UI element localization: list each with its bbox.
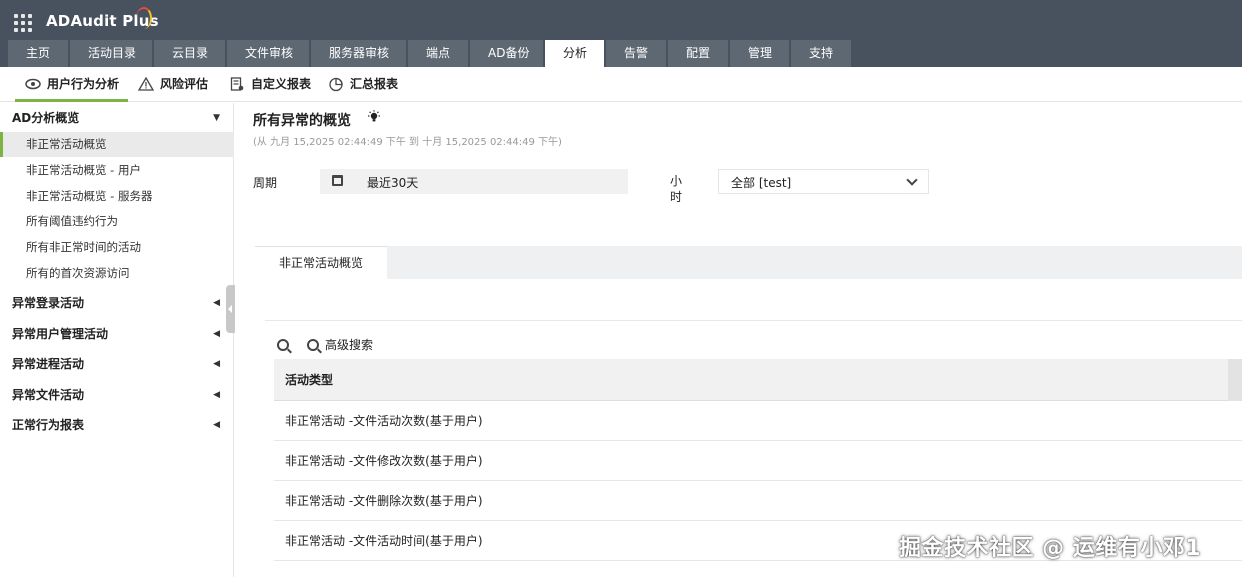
search-icon[interactable] xyxy=(277,338,289,351)
tab-ad-backup[interactable]: AD备份 xyxy=(470,40,543,67)
sub-nav: 用户行为分析 风险评估 自定义报表 汇总报表 xyxy=(0,67,1242,102)
custom-report-icon xyxy=(229,76,245,92)
sidebar-group-abnormal-file[interactable]: 异常文件活动 ◀ xyxy=(0,381,234,409)
main-nav: 主页 活动目录 云目录 文件审核 服务器审核 端点 AD备份 分析 告警 配置 … xyxy=(0,40,1242,67)
sidebar-group-label: 异常进程活动 xyxy=(12,357,85,371)
page-title: 所有异常的概览 xyxy=(253,113,351,129)
eye-icon xyxy=(25,76,41,92)
divider xyxy=(265,320,1242,321)
top-bar: ADAudit Plus xyxy=(0,0,1242,40)
advanced-search-link[interactable]: 高级搜索 xyxy=(307,336,373,353)
subnav-label: 风险评估 xyxy=(160,77,209,91)
sidebar-group-label: 异常登录活动 xyxy=(12,296,85,310)
sidebar-group-label: 异常文件活动 xyxy=(12,388,85,402)
table-header-activity-type[interactable]: 活动类型 xyxy=(274,359,1242,401)
sidebar: AD分析概览 ▼ 非正常活动概览 非正常活动概览 - 用户 非正常活动概览 - … xyxy=(0,103,234,577)
subnav-summary-reports[interactable]: 汇总报表 xyxy=(328,75,398,92)
subnav-custom-reports[interactable]: 自定义报表 xyxy=(229,75,311,92)
subnav-label: 用户行为分析 xyxy=(47,77,120,91)
tab-admin[interactable]: 管理 xyxy=(730,40,789,67)
table-row[interactable]: 非正常活动 -文件活动次数(基于用户) xyxy=(274,401,1242,441)
sidebar-item-anomaly-overview[interactable]: 非正常活动概览 xyxy=(0,132,234,157)
subnav-user-behavior-analytics[interactable]: 用户行为分析 xyxy=(25,75,119,92)
sidebar-group-abnormal-process[interactable]: 异常进程活动 ◀ xyxy=(0,350,234,378)
chevron-down-icon xyxy=(906,174,918,186)
period-picker[interactable]: 最近30天 xyxy=(320,169,628,194)
caret-left-icon: ◀ xyxy=(213,390,220,400)
tab-analytics[interactable]: 分析 xyxy=(545,40,604,67)
sidebar-group-abnormal-user-mgmt[interactable]: 异常用户管理活动 ◀ xyxy=(0,320,234,348)
caret-down-icon: ▼ xyxy=(213,113,220,123)
column-header-label: 活动类型 xyxy=(285,373,334,387)
tab-endpoint[interactable]: 端点 xyxy=(408,40,468,67)
tab-home[interactable]: 主页 xyxy=(8,40,68,67)
caret-left-icon: ◀ xyxy=(213,329,220,339)
sidebar-group-label: 异常用户管理活动 xyxy=(12,327,109,341)
sidebar-group-label: AD分析概览 xyxy=(12,111,80,125)
main-content: 所有异常的概览 (从 九月 15,2025 02:44:49 下午 到 十月 1… xyxy=(235,103,1242,577)
scope-select-value: 全部 [test] xyxy=(731,176,792,190)
tab-support[interactable]: 支持 xyxy=(791,40,851,67)
table-row[interactable]: 非正常活动 -文件修改次数(基于用户) xyxy=(274,441,1242,481)
subnav-label: 自定义报表 xyxy=(251,77,312,91)
tab-configuration[interactable]: 配置 xyxy=(668,40,728,67)
caret-left-icon: ◀ xyxy=(213,359,220,369)
period-label: 周期 xyxy=(253,176,278,190)
tab-alerts[interactable]: 告警 xyxy=(606,40,666,67)
sidebar-item-first-resource-access[interactable]: 所有的首次资源访问 xyxy=(0,261,234,286)
warning-icon xyxy=(137,76,155,92)
app-grid-icon[interactable] xyxy=(14,14,32,32)
caret-left-icon: ◀ xyxy=(213,298,220,308)
tab-anomaly-overview[interactable]: 非正常活动概览 xyxy=(255,246,387,279)
pie-chart-icon xyxy=(328,76,344,92)
subnav-label: 汇总报表 xyxy=(350,77,399,91)
logo-arc-icon xyxy=(136,7,152,29)
sidebar-group-label: 正常行为报表 xyxy=(12,418,85,432)
subnav-risk-assessment[interactable]: 风险评估 xyxy=(137,75,209,92)
sidebar-item-anomaly-overview-user[interactable]: 非正常活动概览 - 用户 xyxy=(0,158,234,183)
caret-left-icon: ◀ xyxy=(213,420,220,430)
active-subnav-indicator xyxy=(15,99,128,102)
sidebar-group-normal-behavior-reports[interactable]: 正常行为报表 ◀ xyxy=(0,411,234,439)
advanced-search-icon xyxy=(307,338,319,351)
hour-label: 小时 xyxy=(670,174,683,204)
table-row[interactable]: 非正常活动 -文件删除次数(基于用户) xyxy=(274,481,1242,521)
sidebar-group-abnormal-logon[interactable]: 异常登录活动 ◀ xyxy=(0,289,234,317)
tab-file-audit[interactable]: 文件审核 xyxy=(227,40,309,67)
column-resize-handle[interactable] xyxy=(1228,359,1242,401)
tab-server-audit[interactable]: 服务器审核 xyxy=(311,40,406,67)
sidebar-item-unusual-time-activity[interactable]: 所有非正常时间的活动 xyxy=(0,235,234,260)
calendar-icon xyxy=(332,175,343,186)
scope-select[interactable]: 全部 [test] xyxy=(718,169,929,194)
advanced-search-label: 高级搜索 xyxy=(325,338,374,352)
sidebar-item-anomaly-overview-server[interactable]: 非正常活动概览 - 服务器 xyxy=(0,184,234,209)
sidebar-item-threshold-violations[interactable]: 所有阈值违约行为 xyxy=(0,209,234,234)
period-value: 最近30天 xyxy=(367,176,419,190)
watermark: 掘金技术社区 @ 运维有小邓1 xyxy=(899,536,1202,561)
report-tab-strip: 非正常活动概览 xyxy=(255,246,1242,279)
sidebar-group-ad-analytics[interactable]: AD分析概览 ▼ xyxy=(0,104,234,132)
sidebar-collapse-handle[interactable] xyxy=(226,285,235,333)
tab-active-directory[interactable]: 活动目录 xyxy=(70,40,152,67)
lightbulb-icon[interactable] xyxy=(367,109,381,123)
tab-cloud-directory[interactable]: 云目录 xyxy=(154,40,225,67)
date-range-subtitle: (从 九月 15,2025 02:44:49 下午 到 十月 15,2025 0… xyxy=(253,137,562,148)
search-toolbar: 高级搜索 xyxy=(277,336,373,353)
